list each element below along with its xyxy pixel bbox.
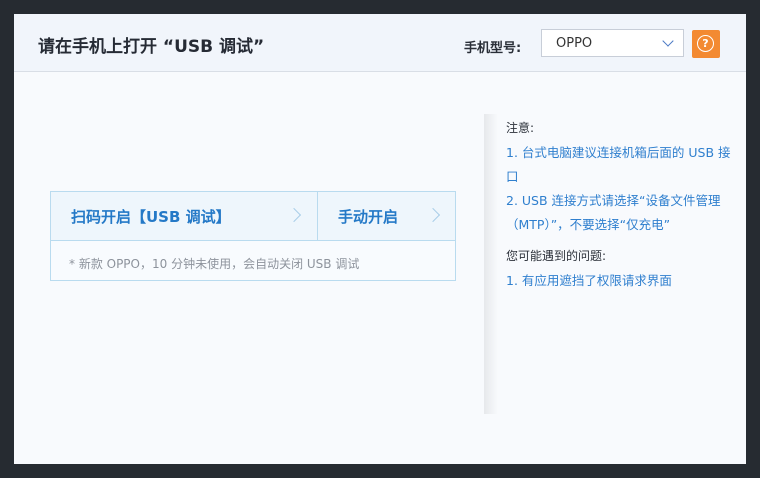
notes-heading: 注意: [506, 121, 535, 135]
manual-enable-label: 手动开启 [338, 208, 399, 226]
auto-close-note: * 新款 OPPO，10 分钟未使用，会自动关闭 USB 调试 [69, 257, 360, 271]
phone-model-value: OPPO [556, 36, 593, 51]
dialog-title: 请在手机上打开 “USB 调试” [38, 37, 265, 57]
phone-model-select[interactable]: OPPO [541, 29, 684, 57]
enable-options-card: 扫码开启【USB 调试】 手动开启 * 新款 OPPO，10 分钟未使用，会自动… [50, 191, 456, 281]
help-button[interactable]: ? [692, 30, 720, 58]
dialog-header: 请在手机上打开 “USB 调试” 手机型号: OPPO ? [14, 14, 746, 72]
problems-heading: 您可能遇到的问题: [506, 249, 607, 263]
chevron-right-icon [425, 207, 441, 223]
note-item[interactable]: 1. 台式电脑建议连接机箱后面的 USB 接口 [506, 141, 731, 189]
notes-panel: 注意: 1. 台式电脑建议连接机箱后面的 USB 接口 2. USB 连接方式请… [506, 117, 731, 293]
chevron-down-icon [662, 35, 674, 47]
question-circle-icon: ? [697, 35, 714, 52]
phone-model-label: 手机型号: [464, 41, 522, 56]
problem-item[interactable]: 1. 有应用遮挡了权限请求界面 [506, 269, 731, 293]
chevron-right-icon [286, 207, 302, 223]
scan-enable-option[interactable]: 扫码开启【USB 调试】 [51, 192, 318, 241]
usb-debug-dialog: 请在手机上打开 “USB 调试” 手机型号: OPPO ? 扫码开启【USB 调… [14, 14, 746, 464]
scan-enable-label: 扫码开启【USB 调试】 [71, 208, 231, 226]
panel-divider [484, 114, 498, 414]
note-item[interactable]: 2. USB 连接方式请选择“设备文件管理（MTP）”，不要选择“仅充电” [506, 189, 731, 237]
manual-enable-option[interactable]: 手动开启 [318, 192, 455, 241]
